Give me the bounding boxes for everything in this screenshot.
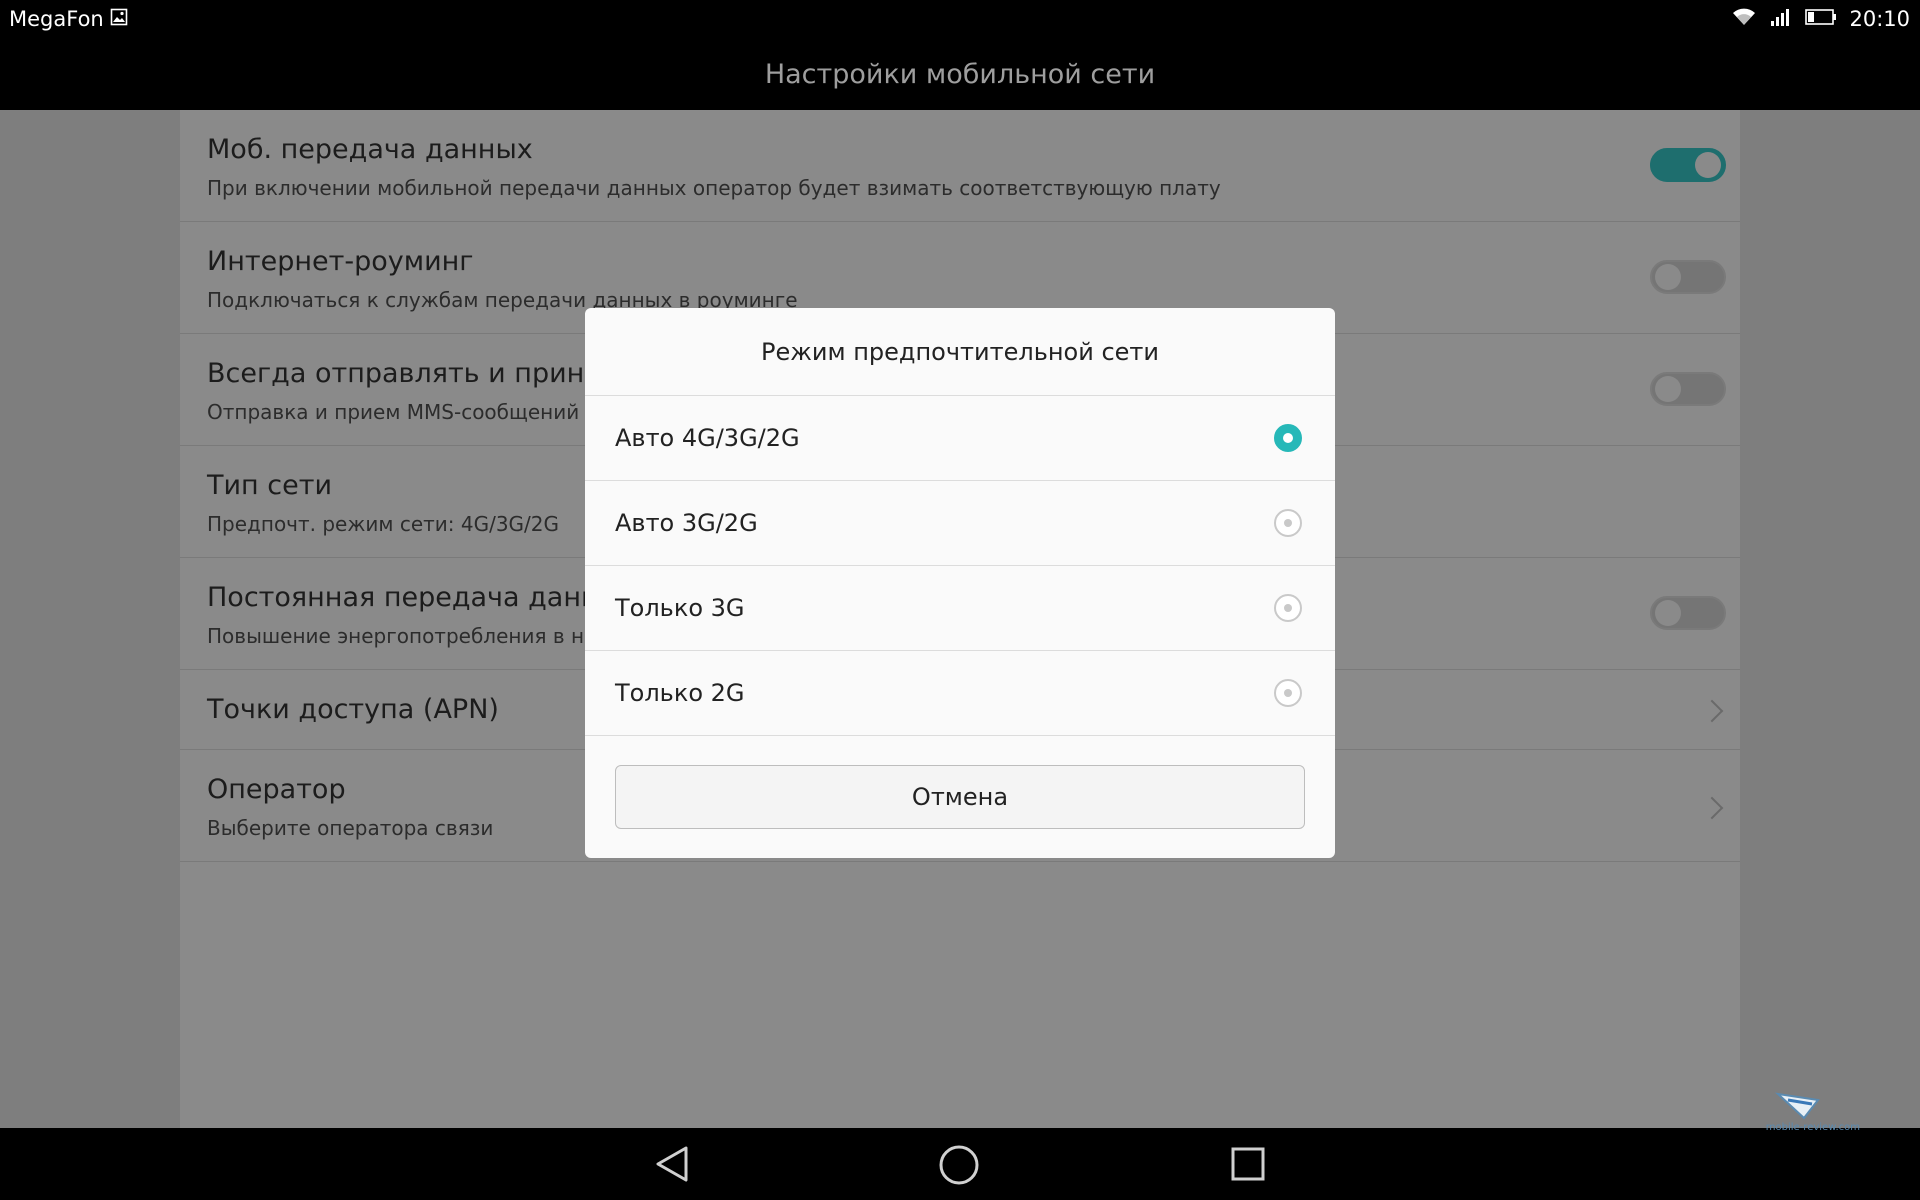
- radio-button-selected[interactable]: [1274, 424, 1302, 452]
- carrier-name: MegaFon: [9, 7, 104, 31]
- always-on-data-toggle[interactable]: [1650, 596, 1726, 630]
- setting-title: Моб. передача данных: [207, 134, 533, 165]
- status-bar: MegaFon 20:10: [0, 0, 1920, 38]
- dialog-title-text: Режим предпочтительной сети: [761, 337, 1159, 366]
- back-icon[interactable]: [652, 1144, 692, 1188]
- setting-title: Постоянная передача данных: [207, 582, 636, 613]
- data-roaming-toggle[interactable]: [1650, 260, 1726, 294]
- toggle-knob: [1695, 152, 1721, 178]
- dialog-title: Режим предпочтительной сети: [585, 308, 1335, 396]
- watermark-logo-icon: [1774, 1092, 1820, 1120]
- image-notification-icon: [110, 7, 128, 31]
- toggle-knob: [1655, 600, 1681, 626]
- option-label: Только 3G: [615, 594, 745, 622]
- recents-icon[interactable]: [1230, 1146, 1266, 1186]
- setting-title: Всегда отправлять и принима: [207, 358, 639, 389]
- network-option-2g-only[interactable]: Только 2G: [585, 651, 1335, 736]
- radio-button[interactable]: [1274, 509, 1302, 537]
- page-title-bar: Настройки мобильной сети: [0, 38, 1920, 110]
- network-option-3g-only[interactable]: Только 3G: [585, 566, 1335, 651]
- watermark-text: mobile-review.com: [1765, 1122, 1860, 1133]
- setting-title: Тип сети: [207, 470, 333, 501]
- toggle-knob: [1655, 376, 1681, 402]
- option-label: Авто 4G/3G/2G: [615, 424, 800, 452]
- signal-icon: [1769, 7, 1793, 32]
- battery-icon: [1805, 7, 1837, 31]
- home-icon[interactable]: [938, 1144, 980, 1190]
- setting-mobile-data[interactable]: Моб. передача данных При включении мобил…: [180, 110, 1740, 222]
- setting-subtitle: Повышение энергопотребления в неко: [207, 624, 621, 648]
- network-option-auto-3g-2g[interactable]: Авто 3G/2G: [585, 481, 1335, 566]
- radio-button[interactable]: [1274, 594, 1302, 622]
- setting-title: Точки доступа (APN): [207, 694, 499, 725]
- radio-button[interactable]: [1274, 679, 1302, 707]
- toggle-knob: [1655, 264, 1681, 290]
- setting-subtitle: Выберите оператора связи: [207, 816, 494, 840]
- setting-subtitle: Предпочт. режим сети: 4G/3G/2G: [207, 512, 560, 536]
- preferred-network-dialog: Режим предпочтительной сети Авто 4G/3G/2…: [585, 308, 1335, 858]
- wifi-icon: [1731, 7, 1757, 32]
- option-label: Авто 3G/2G: [615, 509, 758, 537]
- chevron-right-icon: [1700, 796, 1724, 820]
- watermark: mobile-review.com: [1766, 1090, 1860, 1133]
- setting-subtitle: При включении мобильной передачи данных …: [207, 176, 1221, 200]
- cancel-button[interactable]: Отмена: [615, 765, 1305, 829]
- option-label: Только 2G: [615, 679, 745, 707]
- clock: 20:10: [1849, 7, 1910, 31]
- always-mms-toggle[interactable]: [1650, 372, 1726, 406]
- setting-subtitle: Отправка и прием MMS-сообщений бе: [207, 400, 611, 424]
- network-option-auto-4g-3g-2g[interactable]: Авто 4G/3G/2G: [585, 396, 1335, 481]
- setting-title: Интернет-роуминг: [207, 246, 474, 277]
- page-title: Настройки мобильной сети: [764, 58, 1156, 90]
- navigation-bar: [0, 1128, 1920, 1200]
- setting-title: Оператор: [207, 774, 346, 805]
- chevron-right-icon: [1700, 699, 1724, 723]
- mobile-data-toggle[interactable]: [1650, 148, 1726, 182]
